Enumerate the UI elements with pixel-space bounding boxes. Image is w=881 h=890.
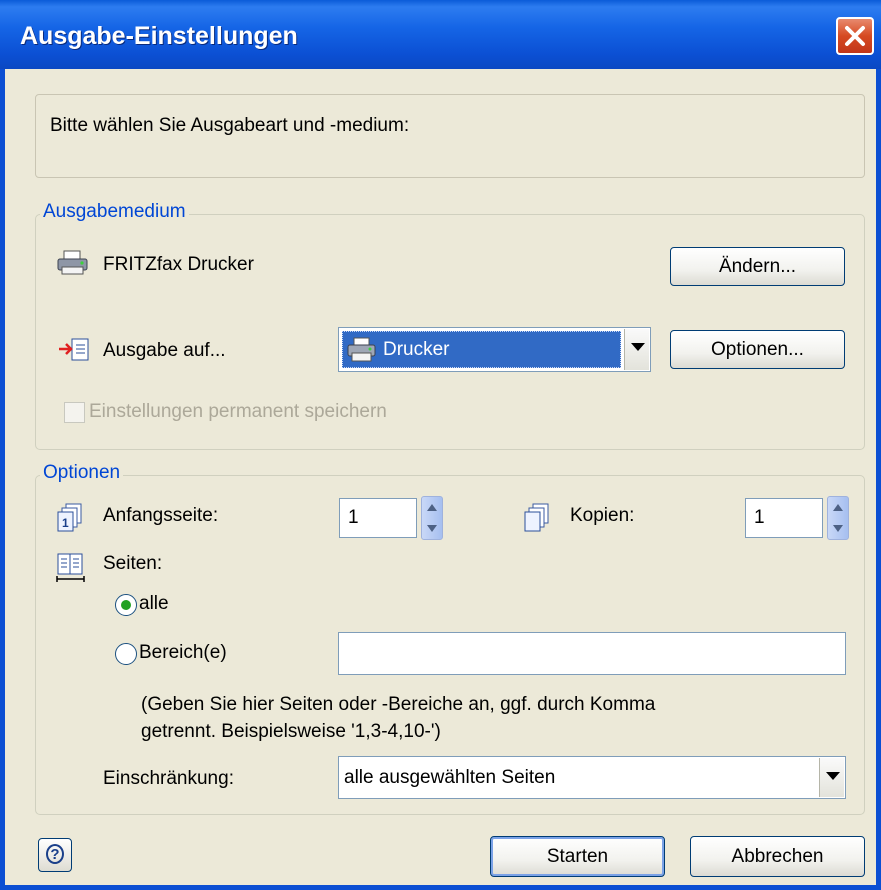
start-page-icon: 1	[57, 503, 82, 532]
range-hint-line1: (Geben Sie hier Seiten oder -Bereiche an…	[141, 694, 656, 715]
copies-input[interactable]: 1	[745, 498, 823, 538]
options-button[interactable]: Optionen...	[670, 330, 845, 369]
output-to-value: Drucker	[383, 339, 450, 360]
pages-all-label: alle	[139, 593, 169, 614]
options-legend: Optionen	[40, 462, 124, 484]
output-to-icon	[59, 338, 89, 361]
pages-all-radio[interactable]	[115, 594, 137, 616]
start-page-spinner[interactable]	[421, 496, 443, 540]
start-page-input[interactable]: 1	[339, 498, 417, 538]
copies-icon	[524, 503, 549, 532]
output-to-selected: Drucker	[342, 331, 621, 368]
save-permanent-checkbox[interactable]	[64, 402, 85, 423]
help-button[interactable]: ?	[38, 838, 72, 872]
restriction-select[interactable]: alle ausgewählten Seiten	[338, 756, 846, 799]
intro-panel: Bitte wählen Sie Ausgabeart und -medium:	[35, 94, 865, 178]
pages-range-radio[interactable]	[115, 643, 137, 665]
spin-up-icon[interactable]	[833, 504, 843, 511]
window-border-right	[876, 69, 881, 890]
restriction-value: alle ausgewählten Seiten	[344, 767, 556, 788]
pages-icon	[56, 553, 85, 582]
close-icon	[845, 26, 865, 46]
window-border-left	[0, 69, 5, 890]
intro-text: Bitte wählen Sie Ausgabeart und -medium:	[50, 115, 410, 136]
svg-text:1: 1	[62, 516, 69, 530]
start-button[interactable]: Starten	[490, 836, 665, 877]
range-hint-line2: getrennt. Beispielsweise '1,3-4,10-')	[141, 721, 441, 742]
change-button[interactable]: Ändern...	[670, 247, 845, 286]
output-to-label: Ausgabe auf...	[103, 340, 226, 361]
cancel-button[interactable]: Abbrechen	[690, 836, 865, 877]
output-to-dropdown-button[interactable]	[624, 329, 649, 370]
help-icon: ?	[46, 844, 64, 864]
spin-up-icon[interactable]	[427, 504, 437, 511]
spin-down-icon[interactable]	[833, 525, 843, 532]
copies-label: Kopien:	[570, 505, 635, 526]
output-to-select[interactable]: Drucker	[338, 327, 651, 372]
pages-range-label: Bereich(e)	[139, 642, 227, 663]
printer-icon	[57, 250, 88, 275]
window-border-bottom	[0, 885, 881, 890]
window-title: Ausgabe-Einstellungen	[20, 22, 298, 50]
save-permanent-label: Einstellungen permanent speichern	[89, 401, 387, 422]
restriction-label: Einschränkung:	[103, 768, 234, 789]
dialog-window: Ausgabe-Einstellungen Bitte wählen Sie A…	[0, 0, 881, 890]
printer-name: FRITZfax Drucker	[103, 254, 254, 275]
title-bar[interactable]: Ausgabe-Einstellungen	[0, 0, 881, 69]
copies-spinner[interactable]	[827, 496, 849, 540]
printer-small-icon	[347, 337, 376, 362]
pages-range-input[interactable]	[338, 632, 846, 675]
close-button[interactable]	[836, 17, 874, 55]
start-page-label: Anfangsseite:	[103, 505, 219, 526]
restriction-dropdown-button[interactable]	[819, 758, 844, 797]
output-medium-legend: Ausgabemedium	[40, 201, 189, 223]
spin-down-icon[interactable]	[427, 525, 437, 532]
pages-label: Seiten:	[103, 553, 163, 574]
